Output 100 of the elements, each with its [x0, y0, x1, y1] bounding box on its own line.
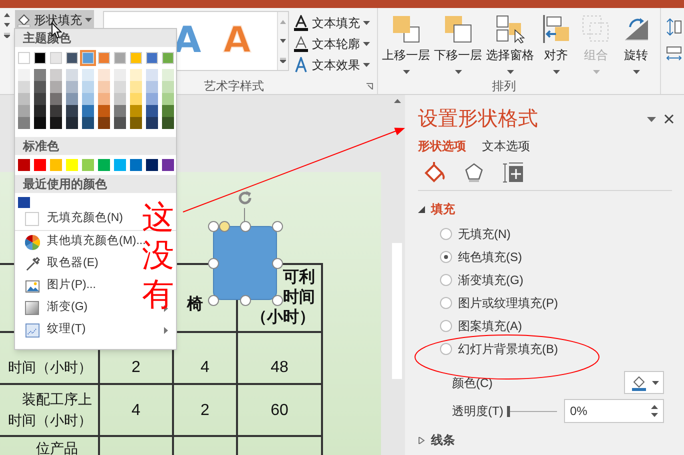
dialog-launcher-icon[interactable]: [366, 82, 373, 90]
color-swatch[interactable]: [18, 81, 30, 93]
color-swatch[interactable]: [130, 81, 142, 93]
rotate-handle-icon[interactable]: [236, 189, 254, 207]
fill-color-button[interactable]: [624, 371, 664, 394]
radio-button[interactable]: [440, 343, 452, 355]
transparency-input[interactable]: 0%: [564, 399, 664, 423]
menu-item[interactable]: 渐变(G): [19, 299, 88, 317]
color-swatch[interactable]: [82, 93, 94, 105]
color-swatch[interactable]: [34, 159, 46, 171]
color-swatch[interactable]: [114, 52, 126, 64]
color-swatch[interactable]: [34, 117, 46, 129]
paint-bucket-icon[interactable]: [423, 162, 445, 184]
color-swatch[interactable]: [162, 159, 174, 171]
radio-option[interactable]: 无填充(N): [440, 226, 676, 242]
spin-down-icon[interactable]: [651, 413, 658, 417]
radio-button[interactable]: [440, 228, 452, 240]
color-swatch[interactable]: [130, 52, 142, 64]
radio-button[interactable]: [440, 297, 452, 309]
color-swatch[interactable]: [114, 117, 126, 129]
color-swatch[interactable]: [98, 81, 110, 93]
color-swatch[interactable]: [114, 93, 126, 105]
arrange-button[interactable]: 对齐: [536, 14, 576, 78]
radio-button[interactable]: [440, 274, 452, 286]
pane-tab[interactable]: 文本选项: [482, 137, 530, 155]
shape-fill-button[interactable]: 形状填充: [15, 10, 94, 29]
color-swatch[interactable]: [34, 105, 46, 117]
color-swatch[interactable]: [98, 117, 110, 129]
scroll-down-icon[interactable]: [280, 38, 286, 42]
color-swatch[interactable]: [34, 93, 46, 105]
color-swatch[interactable]: [114, 159, 126, 171]
menu-item[interactable]: 图片(P)...: [19, 277, 96, 295]
color-swatch[interactable]: [50, 117, 62, 129]
rounded-rectangle-shape[interactable]: [213, 226, 277, 300]
color-swatch[interactable]: [162, 52, 174, 64]
color-swatch[interactable]: [162, 117, 174, 129]
pane-options-caret-icon[interactable]: [647, 116, 656, 122]
color-swatch[interactable]: [98, 93, 110, 105]
text-format-button[interactable]: 文本效果: [293, 56, 370, 73]
color-swatch[interactable]: [146, 52, 158, 64]
spin-up-icon[interactable]: [651, 405, 658, 409]
color-swatch[interactable]: [162, 81, 174, 93]
slider-thumb[interactable]: [507, 406, 510, 416]
color-swatch[interactable]: [50, 159, 62, 171]
color-swatch[interactable]: [130, 105, 142, 117]
pane-tab[interactable]: 形状选项: [418, 137, 466, 155]
color-swatch[interactable]: [66, 105, 78, 117]
color-swatch[interactable]: [146, 105, 158, 117]
color-swatch[interactable]: [82, 81, 94, 93]
color-swatch[interactable]: [18, 105, 30, 117]
color-swatch[interactable]: [130, 117, 142, 129]
color-swatch[interactable]: [50, 93, 62, 105]
expand-gallery-icon[interactable]: [280, 58, 286, 62]
color-swatch[interactable]: [82, 52, 94, 64]
color-swatch[interactable]: [114, 81, 126, 93]
color-swatch[interactable]: [34, 81, 46, 93]
color-swatch[interactable]: [146, 117, 158, 129]
color-swatch[interactable]: [50, 52, 62, 64]
width-icon[interactable]: [666, 46, 682, 62]
pentagon-icon[interactable]: [463, 162, 485, 184]
menu-item[interactable]: 取色器(E): [19, 255, 98, 273]
color-swatch[interactable]: [98, 52, 110, 64]
radio-option[interactable]: 纯色填充(S): [440, 249, 676, 265]
color-swatch[interactable]: [82, 159, 94, 171]
color-swatch[interactable]: [18, 52, 30, 64]
radio-option[interactable]: 图案填充(A): [440, 318, 676, 334]
color-swatch[interactable]: [146, 93, 158, 105]
expand-gallery-icon[interactable]: [4, 33, 10, 38]
color-swatch[interactable]: [98, 69, 110, 81]
color-swatch[interactable]: [18, 93, 30, 105]
size-icon[interactable]: [503, 162, 525, 184]
radio-option[interactable]: 渐变填充(G): [440, 272, 676, 288]
scroll-up-icon[interactable]: [394, 99, 400, 103]
color-swatch[interactable]: [66, 93, 78, 105]
color-swatch[interactable]: [130, 159, 142, 171]
arrange-button[interactable]: 下移一层: [432, 14, 484, 78]
color-swatch[interactable]: [66, 117, 78, 129]
color-swatch[interactable]: [130, 69, 142, 81]
text-format-button[interactable]: 文本填充: [293, 14, 370, 31]
color-swatch[interactable]: [66, 81, 78, 93]
menu-item[interactable]: 无填充颜色(N): [19, 210, 123, 228]
color-swatch[interactable]: [98, 159, 110, 171]
arrange-button[interactable]: 旋转: [616, 14, 656, 78]
radio-button[interactable]: [440, 320, 452, 332]
color-swatch[interactable]: [18, 117, 30, 129]
arrange-button[interactable]: 选择窗格: [484, 14, 536, 78]
color-swatch[interactable]: [50, 69, 62, 81]
scroll-thumb[interactable]: [392, 243, 402, 379]
radio-option[interactable]: 幻灯片背景填充(B): [440, 341, 676, 357]
color-swatch[interactable]: [114, 105, 126, 117]
color-swatch[interactable]: [66, 69, 78, 81]
color-swatch[interactable]: [18, 69, 30, 81]
color-swatch[interactable]: [162, 69, 174, 81]
color-swatch[interactable]: [98, 105, 110, 117]
color-swatch[interactable]: [146, 159, 158, 171]
color-swatch[interactable]: [50, 81, 62, 93]
color-swatch[interactable]: [34, 52, 46, 64]
scroll-up-icon[interactable]: [4, 13, 10, 17]
color-swatch[interactable]: [162, 105, 174, 117]
section-header[interactable]: 填充: [418, 200, 676, 218]
